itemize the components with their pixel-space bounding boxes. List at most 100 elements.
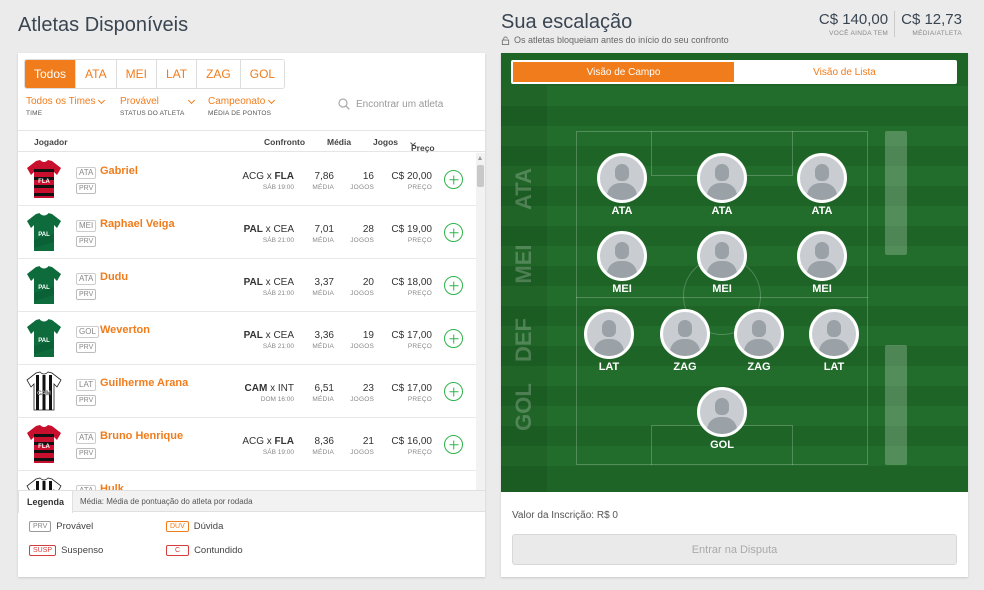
campeonato-filter[interactable]: Campeonato MÉDIA DE PONTOS	[208, 96, 276, 117]
player-name[interactable]: Hulk	[100, 483, 124, 490]
team-jersey-icon: FLA	[26, 159, 62, 199]
lineup-slot[interactable]: ZAG	[658, 309, 712, 373]
legend-tab[interactable]: Legenda	[18, 490, 74, 513]
list-scrollbar[interactable]	[476, 153, 485, 490]
svg-text:PAL: PAL	[38, 285, 50, 291]
scroll-up-icon[interactable]	[478, 156, 482, 160]
tab-list-view[interactable]: Visão de Lista	[734, 62, 955, 82]
tab-field-view[interactable]: Visão de Campo	[513, 62, 734, 82]
match-time: SÁB 21:00	[262, 290, 294, 297]
tab-mei[interactable]: MEI	[115, 60, 156, 88]
position-badge: ATA	[76, 167, 97, 179]
player-list: FLA ATA Gabriel PRV ACG x FLA SÁB 19:00 7,86 MÉ…	[18, 153, 476, 490]
lineup-slot[interactable]: MEI	[595, 231, 649, 295]
add-player-button[interactable]	[444, 276, 463, 295]
soccer-field: ATA MEI DEF GOL Visão de Campo Visão de …	[501, 53, 968, 492]
athletes-panel: Todos ATA MEI LAT ZAG GOL Todos os Times…	[18, 53, 485, 577]
lineup-slot[interactable]: ATA	[795, 153, 849, 217]
tab-zag[interactable]: ZAG	[196, 60, 240, 88]
add-player-button[interactable]	[444, 329, 463, 348]
table-header: Jogador Confronto Média Jogos Preço	[18, 130, 485, 153]
player-placeholder-icon[interactable]	[734, 309, 784, 359]
match-time: DOM 16:00	[260, 396, 294, 403]
add-player-button[interactable]	[444, 435, 463, 454]
add-player-button[interactable]	[444, 382, 463, 401]
player-placeholder-icon[interactable]	[584, 309, 634, 359]
player-row[interactable]: PAL MEI Raphael Veiga PRV PAL x CEA SÁB 21:00…	[18, 206, 476, 259]
lineup-slot[interactable]: LAT	[807, 309, 861, 373]
col-confronto[interactable]: Confronto	[264, 137, 305, 147]
versus: x	[265, 330, 271, 341]
media-cell: 8,36 MÉDIA	[306, 436, 334, 456]
page-title: Atletas Disponíveis	[18, 14, 189, 36]
chevron-down-icon	[98, 96, 106, 105]
lineup-slot[interactable]: MEI	[795, 231, 849, 295]
lineup-slot[interactable]: ATA	[595, 153, 649, 217]
tab-todos[interactable]: Todos	[25, 60, 76, 88]
player-name[interactable]: Gabriel	[100, 165, 138, 177]
preco-label: PREÇO	[407, 290, 432, 297]
legend-prv-text: Provável	[56, 521, 94, 532]
lineup-slot[interactable]: MEI	[695, 231, 749, 295]
home-team: PAL	[243, 330, 263, 341]
player-placeholder-icon[interactable]	[597, 153, 647, 203]
remaining-budget-value: C$ 140,00	[818, 11, 889, 28]
team-filter[interactable]: Todos os Times TIME	[26, 96, 106, 117]
remaining-budget-label: VOCÊ AINDA TEM	[829, 30, 889, 37]
versus: x	[265, 224, 271, 235]
player-name[interactable]: Dudu	[100, 271, 128, 283]
svg-text:FLA: FLA	[38, 444, 50, 450]
legend-duv-text: Dúvida	[193, 521, 224, 532]
player-row[interactable]: PAL GOL Weverton PRV PAL x CEA SÁB 21:00 3,36 M…	[18, 312, 476, 365]
add-player-button[interactable]	[444, 170, 463, 189]
player-row[interactable]: FLA ATA Gabriel PRV ACG x FLA SÁB 19:00 7,86 MÉ…	[18, 153, 476, 206]
player-row[interactable]: CAMATAHulkPRVCAM x INTDOM 16:00	[18, 471, 476, 490]
position-badge: LAT	[76, 379, 97, 391]
team-filter-caption: TIME	[26, 110, 43, 117]
player-row[interactable]: PAL ATA Dudu PRV PAL x CEA SÁB 21:00 3,37 MÉDIA…	[18, 259, 476, 312]
tab-ata[interactable]: ATA	[75, 60, 116, 88]
player-placeholder-icon[interactable]	[697, 387, 747, 437]
player-row[interactable]: CAM LAT Guilherme Arana PRV CAM x INT DOM 16:…	[18, 365, 476, 418]
player-placeholder-icon[interactable]	[697, 231, 747, 281]
lineup-slot[interactable]: LAT	[582, 309, 636, 373]
lineup-slot[interactable]: ZAG	[732, 309, 786, 373]
jogos-cell: 28 JOGOS	[348, 224, 374, 244]
player-placeholder-icon[interactable]	[809, 309, 859, 359]
jogos-label: JOGOS	[350, 343, 374, 350]
enter-contest-button[interactable]: Entrar na Disputa	[512, 534, 957, 565]
legend-c-text: Contundido	[194, 545, 243, 556]
preco-value: C$ 17,00	[391, 330, 432, 341]
player-row[interactable]: FLA ATA Bruno Henrique PRV ACG x FLA SÁB 19:0…	[18, 418, 476, 471]
col-jogador[interactable]: Jogador	[34, 137, 68, 147]
tab-gol[interactable]: GOL	[239, 60, 285, 88]
jogos-cell: 20 JOGOS	[348, 277, 374, 297]
player-name[interactable]: Raphael Veiga	[100, 218, 175, 230]
player-placeholder-icon[interactable]	[797, 153, 847, 203]
jogos-label: JOGOS	[350, 396, 374, 403]
tab-lat[interactable]: LAT	[155, 60, 197, 88]
scroll-thumb[interactable]	[477, 165, 484, 187]
status-badge: PRV	[76, 236, 97, 247]
preco-value: C$ 19,00	[391, 224, 432, 235]
lineup-slot[interactable]: GOL	[695, 387, 749, 451]
player-name[interactable]: Guilherme Arana	[100, 377, 188, 389]
player-placeholder-icon[interactable]	[597, 231, 647, 281]
player-placeholder-icon[interactable]	[660, 309, 710, 359]
lineup-panel: ATA MEI DEF GOL Visão de Campo Visão de …	[501, 53, 968, 577]
search-input[interactable]: Encontrar um atleta	[356, 99, 443, 110]
col-jogos[interactable]: Jogos	[373, 137, 398, 147]
preco-cell: C$ 16,00 PREÇO	[386, 436, 432, 456]
media-cell: 7,01 MÉDIA	[306, 224, 334, 244]
player-name[interactable]: Weverton	[100, 324, 150, 336]
lineup-slot[interactable]: ATA	[695, 153, 749, 217]
campeonato-filter-caption: MÉDIA DE PONTOS	[208, 110, 272, 117]
player-placeholder-icon[interactable]	[797, 231, 847, 281]
status-filter[interactable]: Provável STATUS DO ATLETA	[120, 96, 195, 117]
add-player-button[interactable]	[444, 223, 463, 242]
remaining-budget: C$ 140,00 VOCÊ AINDA TEM	[813, 11, 894, 37]
player-name[interactable]: Bruno Henrique	[100, 430, 183, 442]
search-box[interactable]: Encontrar um atleta	[338, 98, 443, 110]
player-placeholder-icon[interactable]	[697, 153, 747, 203]
col-media[interactable]: Média	[327, 137, 351, 147]
